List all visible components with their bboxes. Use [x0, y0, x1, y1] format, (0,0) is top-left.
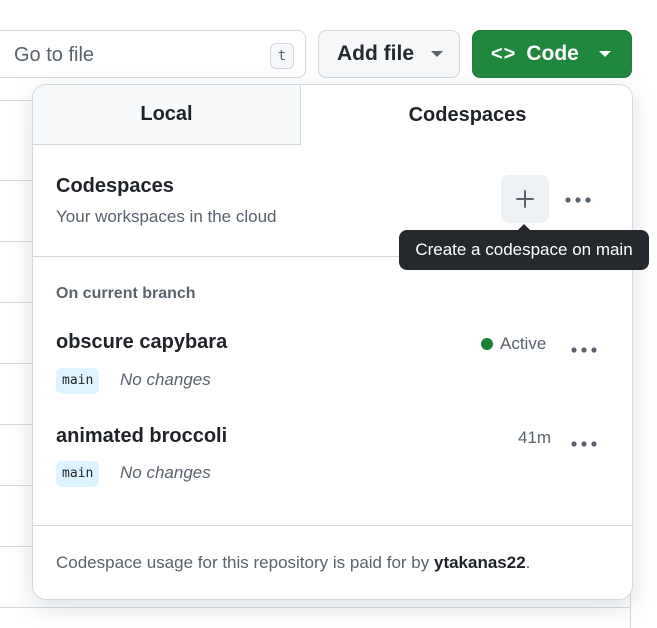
codespace-last-used: 41m: [518, 428, 552, 447]
active-status-dot: [481, 338, 493, 350]
section-heading: On current branch: [56, 285, 196, 302]
triangle-down-icon: [598, 51, 611, 57]
codespace-name[interactable]: obscure capybara: [56, 331, 227, 354]
add-file-button[interactable]: Add file: [318, 30, 460, 78]
file-row-divider: [0, 607, 631, 608]
go-to-file-input[interactable]: Go to file t: [0, 30, 306, 78]
branch-badge: main: [56, 368, 100, 394]
triangle-down-icon: [431, 51, 443, 57]
create-codespace-button[interactable]: [501, 175, 549, 223]
code-icon: <>: [491, 42, 517, 65]
go-to-file-placeholder: Go to file: [14, 44, 95, 66]
codespaces-title: Codespaces: [56, 175, 174, 197]
code-dropdown-panel: Local Codespaces Codespaces Your workspa…: [32, 84, 633, 600]
billing-owner: ytakanas22: [433, 553, 526, 572]
create-codespace-tooltip: Create a codespace on main: [399, 224, 649, 270]
add-file-label: Add file: [337, 42, 414, 65]
tab-codespaces[interactable]: Codespaces: [301, 85, 632, 145]
code-dropdown-tabs: Local Codespaces: [33, 85, 632, 145]
code-label: Code: [526, 42, 579, 65]
keyboard-shortcut-hint: t: [270, 43, 294, 69]
kebab-horizontal-icon: [565, 197, 591, 203]
changes-status: No changes: [120, 463, 211, 482]
kebab-horizontal-icon: [571, 347, 597, 353]
codespaces-more-options-button[interactable]: [564, 186, 592, 208]
codespace-name[interactable]: animated broccoli: [56, 425, 227, 448]
billing-suffix: .: [525, 553, 531, 572]
code-button[interactable]: <> Code: [472, 30, 632, 78]
codespace-more-options-button[interactable]: [570, 430, 598, 452]
tab-local[interactable]: Local: [33, 85, 301, 145]
footer-divider: [33, 525, 632, 526]
kebab-horizontal-icon: [571, 441, 597, 447]
codespace-more-options-button[interactable]: [570, 336, 598, 358]
plus-icon: [516, 190, 534, 208]
codespaces-subtitle: Your workspaces in the cloud: [56, 207, 277, 226]
billing-footer: Codespace usage for this repository is p…: [56, 553, 530, 573]
codespace-status: Active: [500, 334, 547, 353]
branch-badge: main: [56, 461, 100, 487]
changes-status: No changes: [120, 370, 211, 389]
billing-text: Codespace usage for this repository is p…: [56, 553, 434, 572]
